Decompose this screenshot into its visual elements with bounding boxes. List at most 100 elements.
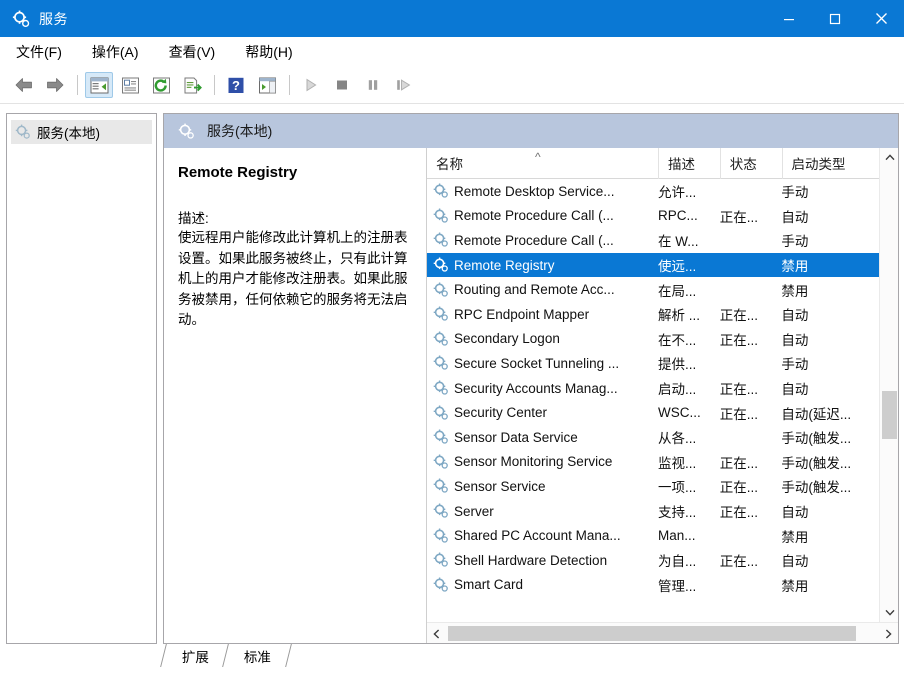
service-name-label: Shared PC Account Mana... bbox=[454, 528, 621, 543]
menu-help[interactable]: 帮助(H) bbox=[243, 40, 294, 64]
cell-service-description: RPC... bbox=[658, 204, 720, 229]
cell-service-startup-type: 自动 bbox=[781, 302, 879, 327]
close-button[interactable] bbox=[858, 0, 904, 37]
service-name-label: Remote Desktop Service... bbox=[454, 184, 615, 199]
service-gear-icon bbox=[433, 380, 449, 396]
cell-service-name: Shell Hardware Detection bbox=[427, 548, 658, 573]
svg-text:?: ? bbox=[232, 78, 240, 93]
tab-extended-label: 扩展 bbox=[182, 646, 209, 666]
export-list-icon[interactable] bbox=[178, 72, 206, 98]
column-header-description[interactable]: 描述 bbox=[658, 148, 720, 179]
table-row[interactable]: Security Accounts Manag...启动...正在...自动 bbox=[427, 376, 879, 401]
cell-service-startup-type: 自动(延迟... bbox=[781, 400, 879, 425]
menu-action[interactable]: 操作(A) bbox=[90, 40, 141, 64]
cell-service-status: 正在... bbox=[720, 474, 782, 499]
cell-service-name: Secure Socket Tunneling ... bbox=[427, 351, 658, 376]
menu-view[interactable]: 查看(V) bbox=[167, 40, 218, 64]
scroll-left-icon[interactable] bbox=[427, 623, 446, 643]
refresh-icon[interactable] bbox=[147, 72, 175, 98]
forward-icon[interactable] bbox=[41, 72, 69, 98]
table-row[interactable]: Secure Socket Tunneling ...提供...手动 bbox=[427, 351, 879, 376]
tab-standard[interactable]: 标准 bbox=[222, 644, 292, 667]
cell-service-startup-type: 禁用 bbox=[781, 277, 879, 302]
description-label: 描述: bbox=[178, 207, 412, 227]
column-header-startup-type[interactable]: 启动类型 bbox=[782, 148, 880, 179]
column-header-name-label: 名称 bbox=[436, 153, 463, 173]
cell-service-status: 正在... bbox=[720, 204, 782, 229]
cell-service-status bbox=[720, 523, 782, 548]
table-row[interactable]: Shared PC Account Mana...Man...禁用 bbox=[427, 523, 879, 548]
back-icon[interactable] bbox=[10, 72, 38, 98]
cell-service-startup-type: 手动 bbox=[781, 228, 879, 253]
service-gear-icon bbox=[433, 208, 449, 224]
list-horizontal-scrollbar[interactable] bbox=[427, 622, 898, 643]
show-action-pane-icon[interactable] bbox=[253, 72, 281, 98]
minimize-button[interactable] bbox=[766, 0, 812, 37]
toolbar: ? bbox=[0, 67, 904, 104]
properties-icon[interactable] bbox=[116, 72, 144, 98]
table-row[interactable]: Remote Registry使远...禁用 bbox=[427, 253, 879, 278]
table-row[interactable]: Shell Hardware Detection为自...正在...自动 bbox=[427, 548, 879, 573]
tab-extended[interactable]: 扩展 bbox=[160, 644, 230, 667]
show-hide-tree-icon[interactable] bbox=[85, 72, 113, 98]
table-row[interactable]: Smart Card管理...禁用 bbox=[427, 573, 879, 598]
cell-service-name: Secondary Logon bbox=[427, 327, 658, 352]
horizontal-scroll-thumb[interactable] bbox=[448, 626, 856, 641]
scroll-down-icon[interactable] bbox=[880, 603, 898, 622]
column-header-status-label: 状态 bbox=[730, 153, 757, 173]
list-vertical-scrollbar[interactable] bbox=[879, 148, 898, 643]
cell-service-name: Smart Card bbox=[427, 573, 658, 598]
service-name-label: Secure Socket Tunneling ... bbox=[454, 356, 619, 371]
cell-service-name: Sensor Monitoring Service bbox=[427, 450, 658, 475]
table-row[interactable]: Sensor Service一项...正在...手动(触发... bbox=[427, 474, 879, 499]
cell-service-status: 正在... bbox=[720, 548, 782, 573]
cell-service-startup-type: 自动 bbox=[781, 548, 879, 573]
restart-service-icon[interactable] bbox=[390, 72, 418, 98]
menu-file[interactable]: 文件(F) bbox=[14, 40, 64, 64]
cell-service-description: 管理... bbox=[658, 573, 720, 598]
pause-service-icon[interactable] bbox=[359, 72, 387, 98]
cell-service-name: Sensor Data Service bbox=[427, 425, 658, 450]
service-name-label: Remote Registry bbox=[454, 258, 555, 273]
cell-service-name: Security Center bbox=[427, 400, 658, 425]
column-header-status[interactable]: 状态 bbox=[720, 148, 782, 179]
pane-header-title: 服务(本地) bbox=[207, 121, 272, 141]
column-header-name[interactable]: 名称 ^ bbox=[427, 148, 658, 179]
table-row[interactable]: Remote Desktop Service...允许...手动 bbox=[427, 179, 879, 204]
service-gear-icon bbox=[433, 454, 449, 470]
cell-service-status bbox=[720, 179, 782, 204]
table-row[interactable]: Security CenterWSC...正在...自动(延迟... bbox=[427, 400, 879, 425]
help-icon[interactable]: ? bbox=[222, 72, 250, 98]
title-bar: 服务 bbox=[0, 0, 904, 37]
details-and-list-pane: 服务(本地) Remote Registry 描述: 使远程用户能修改此计算机上… bbox=[163, 113, 899, 644]
pane-header: 服务(本地) bbox=[164, 114, 898, 148]
cell-service-startup-type: 手动(触发... bbox=[781, 474, 879, 499]
table-row[interactable]: Routing and Remote Acc...在局...禁用 bbox=[427, 277, 879, 302]
service-gear-icon bbox=[433, 552, 449, 568]
scroll-up-icon[interactable] bbox=[880, 148, 898, 167]
cell-service-startup-type: 禁用 bbox=[781, 253, 879, 278]
start-service-icon[interactable] bbox=[297, 72, 325, 98]
cell-service-status bbox=[720, 277, 782, 302]
table-row[interactable]: Sensor Data Service从各...手动(触发... bbox=[427, 425, 879, 450]
tree-item-services-local[interactable]: 服务(本地) bbox=[11, 120, 152, 144]
service-gear-icon bbox=[433, 232, 449, 248]
table-row[interactable]: Remote Procedure Call (...在 W...手动 bbox=[427, 228, 879, 253]
services-window: 服务 文件(F) 操作(A) 查看(V) 帮助(H) bbox=[0, 0, 904, 691]
table-row[interactable]: Remote Procedure Call (...RPC...正在...自动 bbox=[427, 204, 879, 229]
stop-service-icon[interactable] bbox=[328, 72, 356, 98]
maximize-button[interactable] bbox=[812, 0, 858, 37]
scroll-right-icon[interactable] bbox=[879, 623, 898, 643]
service-gear-icon bbox=[433, 183, 449, 199]
cell-service-name: Remote Procedure Call (... bbox=[427, 204, 658, 229]
table-row[interactable]: Server支持...正在...自动 bbox=[427, 499, 879, 524]
table-row[interactable]: Secondary Logon在不...正在...自动 bbox=[427, 327, 879, 352]
vertical-scroll-thumb[interactable] bbox=[882, 391, 897, 439]
service-name-label: Routing and Remote Acc... bbox=[454, 282, 615, 297]
cell-service-status: 正在... bbox=[720, 302, 782, 327]
table-row[interactable]: Sensor Monitoring Service监视...正在...手动(触发… bbox=[427, 450, 879, 475]
view-tabs: 扩展 标准 bbox=[163, 644, 899, 668]
table-row[interactable]: RPC Endpoint Mapper解析 ...正在...自动 bbox=[427, 302, 879, 327]
service-gear-icon bbox=[433, 528, 449, 544]
service-name-label: Server bbox=[454, 504, 494, 519]
